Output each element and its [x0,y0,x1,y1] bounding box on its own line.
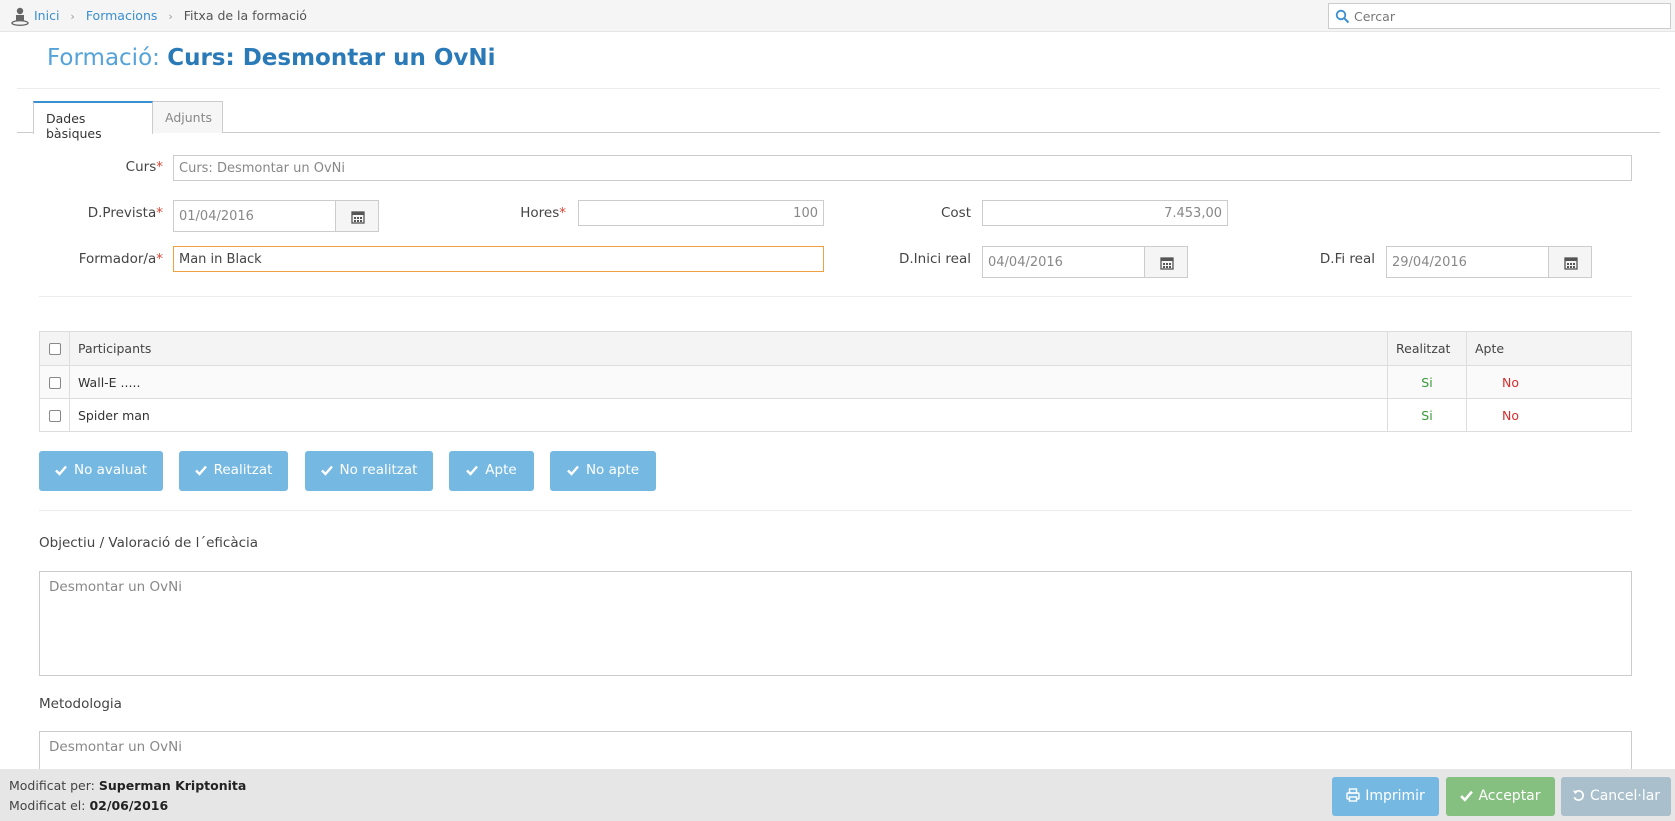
data-inici-real-field[interactable] [982,246,1145,278]
select-all-checkbox[interactable] [49,343,61,355]
print-icon [1346,788,1360,802]
search-input[interactable] [1352,6,1662,26]
apte-button[interactable]: Apte [449,451,534,491]
search-box [1328,3,1671,29]
cost-field[interactable] [982,200,1228,226]
page-title-name: Curs: Desmontar un OvNi [167,45,496,71]
check-icon [1460,790,1474,802]
calendar-icon [351,211,365,224]
check-icon [55,465,67,476]
table-row[interactable]: Wall-E ..... Si No [40,366,1631,399]
data-inici-real-calendar-button[interactable] [1144,246,1188,278]
cost-label: Cost [940,205,971,221]
row-checkbox[interactable] [49,377,61,389]
formador-field[interactable] [173,246,824,272]
breadcrumb-current: Fitxa de la formació [183,8,307,23]
check-icon [320,465,333,476]
chevron-right-icon: › [70,10,75,23]
column-apte[interactable]: Apte [1467,332,1631,365]
data-prevista-calendar-button[interactable] [335,200,379,232]
calendar-icon [1160,257,1174,270]
check-icon [466,465,479,476]
cancel-button[interactable]: Cancel·lar [1561,777,1671,816]
data-fi-real-label: D.Fi real [1319,251,1375,267]
data-fi-real-calendar-button[interactable] [1548,246,1592,278]
breadcrumb-home[interactable]: Inici [34,8,59,23]
objectiu-textarea[interactable]: Desmontar un OvNi [39,571,1632,676]
check-icon [567,465,579,476]
realitzat-button[interactable]: Realitzat [179,451,288,491]
footer-bar: Modificat per: Superman Kriptonita Modif… [0,769,1675,821]
curs-field[interactable] [173,155,1632,181]
table-row[interactable]: Spider man Si No [40,399,1631,431]
chevron-right-icon: › [168,10,173,23]
column-realitzat[interactable]: Realitzat [1388,332,1467,365]
participants-table: Participants Realitzat Apte Wall-E .....… [39,331,1632,432]
print-button[interactable]: Imprimir [1332,777,1439,816]
breadcrumb-formacions[interactable]: Formacions [86,8,158,23]
no-realitzat-button[interactable]: No realitzat [305,451,433,491]
search-icon [1335,9,1350,24]
participant-name: Wall-E ..... [70,366,1388,398]
curs-label: Curs* [125,159,163,175]
data-fi-real-field[interactable] [1386,246,1549,278]
apte-value: No [1502,375,1519,390]
tabs-baseline [17,132,1660,133]
breadcrumb: Inici › Formacions › Fitxa de la formaci… [34,8,307,23]
page-title-prefix: Formació: [47,45,160,71]
tab-adjunts[interactable]: Adjunts [153,101,223,133]
data-inici-real-label: D.Inici real [898,251,971,267]
top-bar: Inici › Formacions › Fitxa de la formaci… [0,0,1675,32]
row-checkbox[interactable] [49,410,61,422]
hores-field[interactable] [578,200,824,226]
calendar-icon [1564,257,1578,270]
metodologia-textarea[interactable]: Desmontar un OvNi [39,731,1632,771]
objectiu-label: Objectiu / Valoració de l´eficàcia [39,535,259,551]
hores-label: Hores* [520,205,566,221]
realitzat-value: Si [1388,399,1467,431]
apte-value: No [1502,408,1519,423]
tab-dades-basiques[interactable]: Dades bàsiques [33,101,153,141]
participant-name: Spider man [70,399,1388,431]
column-participants[interactable]: Participants [70,332,1388,365]
page-title: Formació: Curs: Desmontar un OvNi [47,45,496,71]
undo-icon [1572,790,1584,801]
modified-by: Modificat per: Superman Kriptonita [9,778,247,793]
data-prevista-label: D.Prevista* [87,205,163,221]
realitzat-value: Si [1388,366,1467,398]
divider [39,510,1632,511]
no-avaluat-button[interactable]: No avaluat [39,451,163,491]
metodologia-label: Metodologia [39,696,122,712]
table-header: Participants Realitzat Apte [40,332,1631,366]
formador-label: Formador/a* [78,251,163,267]
divider [39,296,1632,297]
no-apte-button[interactable]: No apte [550,451,656,491]
divider [17,88,1660,89]
user-icon[interactable] [11,7,29,26]
data-prevista-field[interactable] [173,200,336,232]
check-icon [194,465,207,476]
modified-on: Modificat el: 02/06/2016 [9,798,169,813]
accept-button[interactable]: Acceptar [1446,777,1555,816]
